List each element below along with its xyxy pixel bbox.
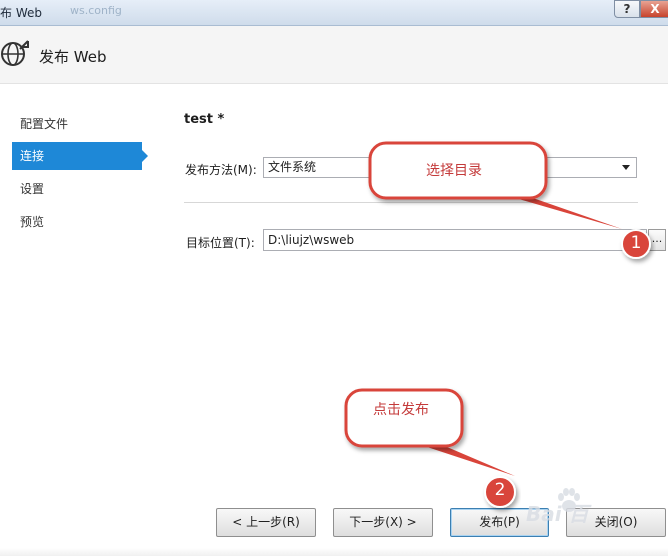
dialog-footer-edge (0, 548, 668, 556)
window-title: 布 Web (0, 6, 42, 20)
callout-select-directory (368, 141, 622, 229)
publish-method-label: 发布方法(M): (185, 163, 257, 177)
profile-name: test * (184, 112, 225, 127)
help-button[interactable]: ? (614, 0, 640, 18)
dialog-header: 发布 Web (0, 26, 668, 84)
next-button[interactable]: 下一步(X) > (333, 508, 433, 537)
callout-pointer-1 (505, 195, 622, 229)
target-location-label: 目标位置(T): (186, 236, 255, 250)
baidu-watermark: Bai 百 (526, 486, 666, 534)
callout-text-1: 选择目录 (426, 163, 482, 179)
window-close-button[interactable]: X (640, 0, 668, 18)
callout-click-publish (344, 388, 515, 476)
chevron-down-icon (622, 165, 630, 170)
dialog-title: 发布 Web (39, 48, 107, 66)
sidebar-item-settings[interactable]: 设置 (12, 175, 142, 203)
callout-pointer-2 (418, 444, 515, 476)
background-window-text: ws.config (70, 4, 122, 17)
globe-arrow-icon (1, 40, 29, 66)
callout-text-2: 点击发布 (373, 402, 429, 418)
watermark-text: Bai 百 (526, 502, 589, 526)
wizard-steps-sidebar: 配置文件 连接 设置 预览 (0, 85, 160, 505)
publish-method-value: 文件系统 (268, 160, 317, 174)
badge-number-1: 1 (630, 233, 642, 253)
target-location-input[interactable] (263, 229, 647, 251)
sidebar-item-preview[interactable]: 预览 (12, 208, 142, 236)
sidebar-item-connection[interactable]: 连接 (12, 142, 148, 170)
previous-button[interactable]: < 上一步(R) (216, 508, 316, 537)
form-divider (184, 202, 638, 203)
sidebar-item-profile[interactable]: 配置文件 (12, 110, 142, 138)
badge-number-2: 2 (494, 480, 506, 500)
window-titlebar: 布 Web ws.config ? X (0, 0, 668, 26)
